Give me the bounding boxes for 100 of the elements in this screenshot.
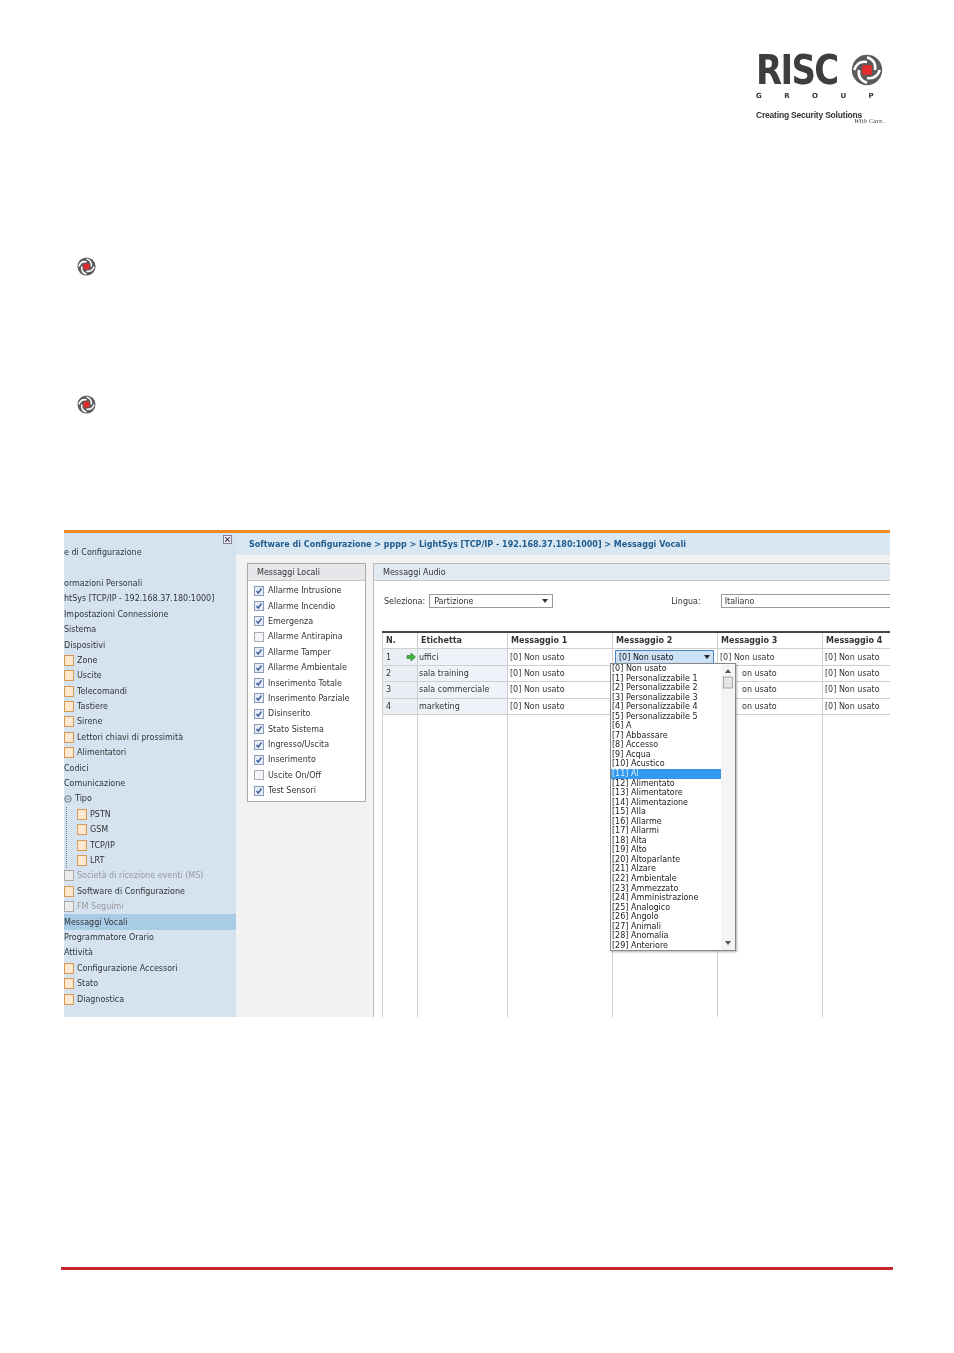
dropdown-option[interactable]: [10] Acustico <box>611 759 721 769</box>
table-cell: on usato <box>742 701 777 711</box>
dropdown-option[interactable]: [19] Alto <box>611 845 721 855</box>
sidebar-item[interactable]: Codici <box>64 760 236 776</box>
dropdown-option[interactable]: [18] Alta <box>611 835 721 846</box>
table-cell: [0] Non usato <box>825 701 880 711</box>
dropdown-option[interactable]: [25] Analogico <box>611 902 721 913</box>
panel-title: Messaggi Locali <box>248 564 365 581</box>
checkbox[interactable] <box>254 785 264 796</box>
checkbox[interactable] <box>254 755 264 765</box>
checkbox-label: Ingresso/Uscita <box>268 740 330 750</box>
table-cell: [0] Non usato <box>720 652 775 662</box>
sidebar-item[interactable]: Tipo <box>64 791 236 807</box>
dropdown-option[interactable]: [17] Allarmi <box>611 826 721 836</box>
sidebar-item[interactable]: Sirene <box>64 714 236 730</box>
checkbox[interactable] <box>254 678 264 689</box>
sidebar-item[interactable]: Telecomandi <box>64 683 236 699</box>
dropdown-option[interactable]: [27] Animali <box>611 921 721 932</box>
scrollbar[interactable] <box>721 664 735 950</box>
select-field[interactable]: Partizione <box>429 594 554 608</box>
sidebar-item[interactable]: TCP/IP <box>67 837 236 853</box>
checkbox[interactable] <box>254 585 264 596</box>
sidebar-item[interactable]: Uscite <box>64 668 236 684</box>
sidebar-item[interactable]: Messaggi Vocali <box>64 914 236 930</box>
sidebar-item[interactable]: GSM <box>67 822 236 838</box>
sidebar-item[interactable]: ormazioni Personali <box>64 575 236 592</box>
dropdown-option[interactable]: [16] Allarme <box>611 816 721 827</box>
checkbox[interactable] <box>254 631 264 642</box>
checkbox[interactable] <box>254 662 264 673</box>
dropdown-option[interactable]: [8] Accesso <box>611 740 721 750</box>
column-header: Messaggio 1 <box>507 632 613 649</box>
column-header: Messaggio 3 <box>717 632 823 649</box>
table-cell: [0] Non usato <box>510 668 565 678</box>
sidebar-item[interactable]: htSys [TCP/IP - 192.168.37.180:1000] <box>64 591 236 607</box>
checkbox[interactable] <box>254 616 264 627</box>
checkbox-label: Allarme Tamper <box>268 647 331 657</box>
column-header: Messaggio 2 <box>612 632 718 649</box>
checkbox[interactable] <box>254 647 264 658</box>
checkbox[interactable] <box>254 770 264 781</box>
breadcrumb: Software di Configurazione > pppp > LightSys [TCP/IP - 192.168.37.180:1000] > Messaggi Vocali <box>236 533 890 555</box>
sidebar-item[interactable]: Alimentatori <box>64 745 236 761</box>
sidebar-item[interactable]: Dispositivi <box>64 637 236 653</box>
dropdown-option[interactable]: [2] Personalizzabile 2 <box>611 683 721 693</box>
checkbox[interactable] <box>254 739 264 750</box>
dropdown-option[interactable]: [13] Alimentatore <box>611 788 721 798</box>
dropdown-option[interactable]: [4] Personalizzabile 4 <box>611 702 721 712</box>
checkbox-label: Disinserito <box>268 709 311 719</box>
checkbox-label: Stato Sistema <box>268 724 324 734</box>
field-label: Lingua: <box>671 596 701 606</box>
dropdown-option[interactable]: [21] Alzare <box>611 864 721 875</box>
dropdown-option[interactable]: [5] Personalizzabile 5 <box>611 711 721 722</box>
expand-icon <box>64 794 72 803</box>
checkbox-label: Emergenza <box>268 616 314 626</box>
checkbox[interactable] <box>254 601 264 612</box>
select-field[interactable]: Italiano <box>720 594 890 608</box>
checkbox[interactable] <box>254 693 264 704</box>
close-icon[interactable] <box>223 535 232 544</box>
checkbox-label: Inserimento Totale <box>268 678 342 688</box>
dropdown-option[interactable]: [1] Personalizzabile 1 <box>611 673 721 684</box>
dropdown-option[interactable]: [15] Alla <box>611 807 721 817</box>
sidebar-item[interactable]: Programmatore Orario <box>64 929 236 946</box>
dropdown-option[interactable]: [29] Anteriore <box>611 940 721 951</box>
checkbox[interactable] <box>254 724 264 735</box>
sidebar-item[interactable]: Attività <box>64 945 236 961</box>
dropdown-option[interactable]: [22] Ambientale <box>611 874 721 884</box>
swirl-icon <box>851 54 883 86</box>
sidebar-item[interactable]: Diagnostica <box>64 991 236 1007</box>
dropdown-option[interactable]: [24] Amministrazione <box>611 893 721 903</box>
table-cell: sala training <box>419 668 469 678</box>
sidebar-item[interactable]: Sistema <box>64 621 236 638</box>
checkbox-label: Allarme Intrusione <box>268 586 342 596</box>
sidebar-item[interactable]: Stato <box>64 975 236 992</box>
table-cell: 2 <box>386 668 392 678</box>
sidebar-item[interactable]: Tastiere <box>64 698 236 715</box>
sidebar-item[interactable]: Zone <box>64 652 236 669</box>
sidebar-item[interactable]: Lettori chiavi di prossimità <box>64 729 236 746</box>
dropdown-option[interactable]: [23] Ammezzato <box>611 883 721 894</box>
sidebar-item[interactable]: Comunicazione <box>64 775 236 792</box>
sidebar-item[interactable]: LRT <box>67 852 236 869</box>
sidebar-item[interactable]: e di Configurazione <box>64 545 236 561</box>
dropdown-option[interactable]: [3] Personalizzabile 3 <box>611 692 721 703</box>
sidebar-item[interactable]: Software di Configurazione <box>64 883 236 899</box>
column-header: Messaggio 4 <box>822 632 890 649</box>
table-cell: 3 <box>386 685 392 695</box>
dropdown-option[interactable]: [20] Altoparlante <box>611 854 721 865</box>
dropdown-option[interactable]: [0] Non usato <box>611 664 721 674</box>
checkbox[interactable] <box>254 708 264 719</box>
sidebar-item[interactable]: PSTN <box>67 806 236 823</box>
field-label: Seleziona: <box>384 596 426 606</box>
dropdown-option[interactable]: [28] Anomalia <box>611 931 721 941</box>
dropdown-option[interactable]: [26] Angolo <box>611 912 721 922</box>
dropdown-option[interactable]: [7] Abbassare <box>611 730 721 741</box>
dropdown-option[interactable]: [14] Alimentazione <box>611 797 721 808</box>
dropdown-option[interactable]: [12] Alimentato <box>611 778 721 789</box>
sidebar-item[interactable]: Impostazioni Connessione <box>64 606 236 622</box>
checkbox-label: Test Sensori <box>268 786 316 796</box>
caret-icon <box>704 655 710 660</box>
dropdown-option[interactable]: [9] Acqua <box>611 749 721 760</box>
sidebar-item[interactable]: Configurazione Accessori <box>64 960 236 976</box>
dropdown-option[interactable]: [6] A <box>611 721 721 731</box>
